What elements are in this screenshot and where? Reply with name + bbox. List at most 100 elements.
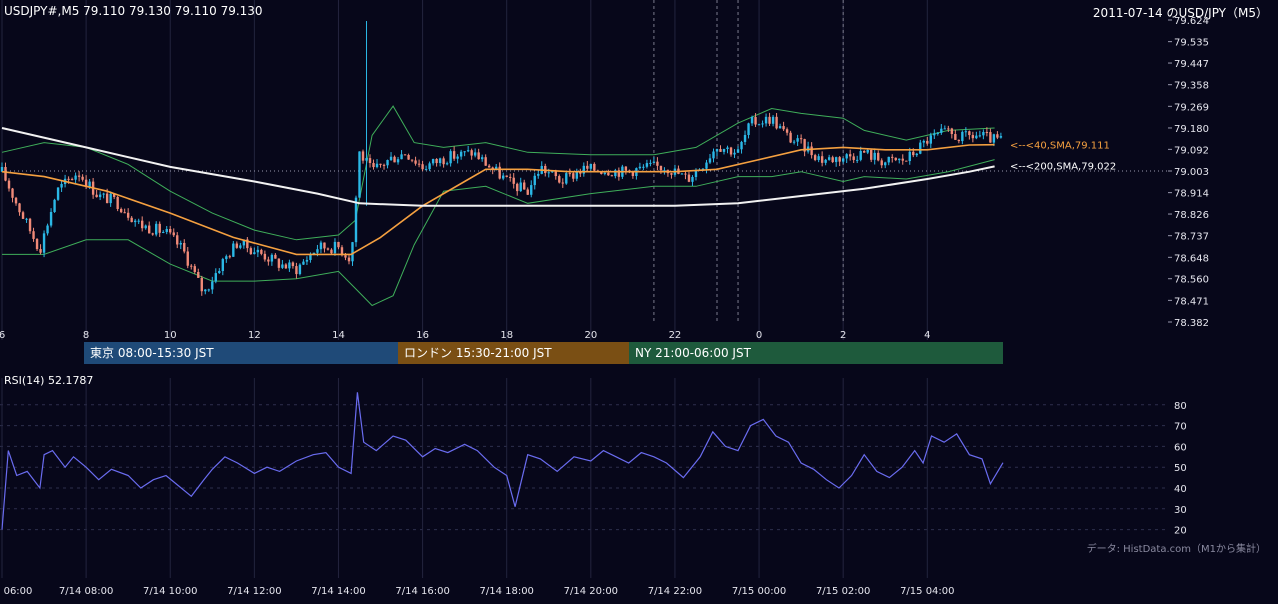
candle-body-135 [473,152,477,156]
candle-body-10 [35,238,39,250]
candle-body-96 [337,241,340,248]
candle-body-54 [190,265,193,267]
candle-body-61 [214,273,217,282]
candle-body-149 [523,182,526,190]
candle-body-41 [144,225,147,229]
candle-body-56 [197,271,200,278]
candle-body-46 [162,231,165,233]
candle-body-284 [996,134,999,138]
candle-body-129 [452,151,456,159]
candle-body-111 [389,156,393,161]
candle-body-39 [137,220,140,222]
candle-body-219 [768,116,771,124]
price-xtick-label-3: 12 [248,330,261,341]
candle-body-71 [249,248,253,255]
candle-body-148 [519,182,522,192]
candle-body-107 [375,163,379,168]
candle-body-22 [77,175,81,177]
candle-body-59 [207,289,210,291]
candle-body-275 [964,131,968,133]
candle-body-272 [954,134,957,140]
candle-body-62 [218,271,221,274]
candle-body-76 [267,259,270,262]
candle-body-210 [736,149,740,153]
candle-body-51 [179,242,182,245]
rsi-xtick-label-0: 06:00 [4,586,33,597]
candle-body-115 [403,154,407,156]
candle-body-15 [53,199,56,212]
candle-body-268 [940,128,943,133]
candle-body-138 [484,157,487,166]
candle-body-203 [712,151,715,159]
candle-body-273 [957,139,961,142]
candle-body-215 [754,117,757,125]
candle-body-108 [379,163,382,165]
candle-body-222 [778,126,782,129]
candle-body-23 [81,176,84,180]
candle-body-221 [775,116,778,129]
candle-body-21 [74,175,77,180]
candle-body-269 [943,128,947,130]
rsi-xtick-label-7: 7/14 20:00 [564,586,618,597]
candle-body-85 [298,264,302,275]
candle-body-113 [396,159,400,163]
candle-body-240 [841,158,845,162]
candle-body-48 [169,228,172,233]
candle-body-120 [421,164,424,170]
candle-body-167 [586,165,589,169]
price-ytick-label-7: 79.003 [1174,167,1209,178]
candle-body-244 [855,159,859,161]
price-xtick-label-8: 22 [669,330,682,341]
candle-body-40 [140,220,144,229]
candle-body-245 [859,150,862,160]
candle-body-234 [820,156,824,163]
candle-body-153 [537,173,540,176]
candle-body-77 [270,254,274,262]
candle-body-114 [400,154,403,160]
candle-body-145 [509,176,512,178]
session-london-bar: ロンドン 15:30-21:00 JST [398,342,629,364]
candle-body-112 [393,156,396,163]
candle-body-277 [971,135,975,139]
candle-body-8 [28,218,32,232]
candle-body-285 [999,136,1003,138]
candle-body-78 [274,254,277,259]
candle-body-259 [908,151,911,162]
candle-body-3 [11,188,14,198]
candle-body-282 [989,132,992,143]
candle-body-124 [435,158,438,164]
candle-body-119 [417,163,421,165]
candle-body-156 [547,172,550,174]
candle-body-276 [968,131,971,136]
candle-body-252 [884,162,887,166]
candle-body-185 [649,162,652,164]
candle-body-92 [323,242,326,249]
rsi-xtick-label-11: 7/15 04:00 [900,586,954,597]
candle-body-134 [470,150,473,156]
price-xtick-label-9: 0 [756,330,762,341]
rsi-xtick-label-6: 7/14 18:00 [479,586,533,597]
candle-body-75 [263,253,267,260]
candle-body-144 [505,175,508,177]
candle-body-270 [947,128,950,130]
candle-body-45 [158,223,161,233]
candle-body-186 [652,161,656,163]
candle-body-194 [680,173,684,175]
candle-body-93 [326,248,330,250]
candle-body-227 [796,138,799,142]
candle-body-258 [905,160,908,162]
candle-body-279 [978,135,982,137]
candle-body-283 [992,134,996,143]
rsi-ytick-label-0: 80 [1174,401,1187,412]
candle-body-82 [288,262,291,269]
candle-body-37 [130,217,133,223]
candle-body-184 [645,163,649,167]
candle-body-33 [116,196,119,209]
candle-body-183 [642,166,645,168]
candle-body-206 [722,149,726,152]
candle-body-235 [824,159,827,163]
price-chart: <--<40,SMA,79.111<--<200,SMA,79.022 79.6… [0,0,1278,600]
candle-body-178 [624,166,628,171]
candle-body-213 [747,123,750,136]
price-ytick-label-9: 78.826 [1174,210,1209,221]
